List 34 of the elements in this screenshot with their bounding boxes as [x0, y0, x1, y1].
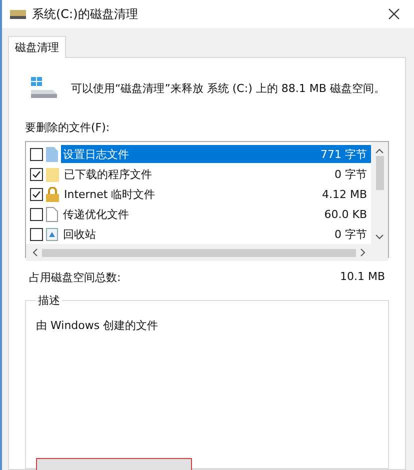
scroll-up-icon[interactable]	[375, 148, 384, 154]
checkbox[interactable]	[30, 188, 43, 200]
checkbox[interactable]	[30, 148, 43, 160]
total-value: 10.1 MB	[340, 270, 385, 285]
scroll-left-icon[interactable]	[32, 248, 38, 257]
scrollbar-thumb[interactable]	[376, 156, 384, 190]
scroll-right-icon[interactable]	[360, 248, 366, 257]
file-list-item[interactable]: Internet 临时文件 4.12 MB	[62, 185, 371, 203]
window-title: 系统(C:)的磁盘清理	[32, 6, 139, 22]
total-label: 占用磁盘空间总数:	[29, 270, 121, 285]
checkbox[interactable]	[30, 208, 43, 220]
description-legend: 描述	[36, 293, 62, 308]
scrollbar-thumb[interactable]	[42, 248, 356, 256]
recycle-bin-icon	[46, 228, 58, 240]
checkbox[interactable]	[30, 228, 43, 240]
document-icon	[46, 146, 58, 162]
checkbox[interactable]	[30, 168, 43, 180]
horizontal-scrollbar[interactable]	[26, 244, 388, 261]
description-text: 由 Windows 创建的文件	[36, 318, 160, 333]
scroll-down-icon[interactable]	[375, 234, 384, 240]
file-list-item[interactable]: 传递优化文件 60.0 KB	[61, 205, 371, 223]
vertical-scrollbar[interactable]	[371, 142, 388, 244]
tab[interactable]: 磁盘清理	[8, 36, 66, 58]
file-list-item[interactable]: 已下载的程序文件 0 字节	[62, 165, 371, 183]
close-icon	[388, 8, 400, 20]
summary-text: 可以使用“磁盘清理”来释放 系统 (C:) 上的 88.1 MB 磁盘空间。	[71, 80, 385, 96]
disk-drive-icon	[10, 8, 26, 20]
document-icon	[46, 206, 58, 222]
disk-cleanup-icon	[29, 75, 59, 101]
file-list-item[interactable]: 回收站 0 字节	[61, 225, 371, 243]
files-label: 要删除的文件(F):	[25, 120, 111, 135]
folder-icon	[46, 166, 59, 182]
file-list-item[interactable]: 设置日志文件 771 字节	[61, 145, 371, 163]
lock-icon	[46, 186, 59, 202]
